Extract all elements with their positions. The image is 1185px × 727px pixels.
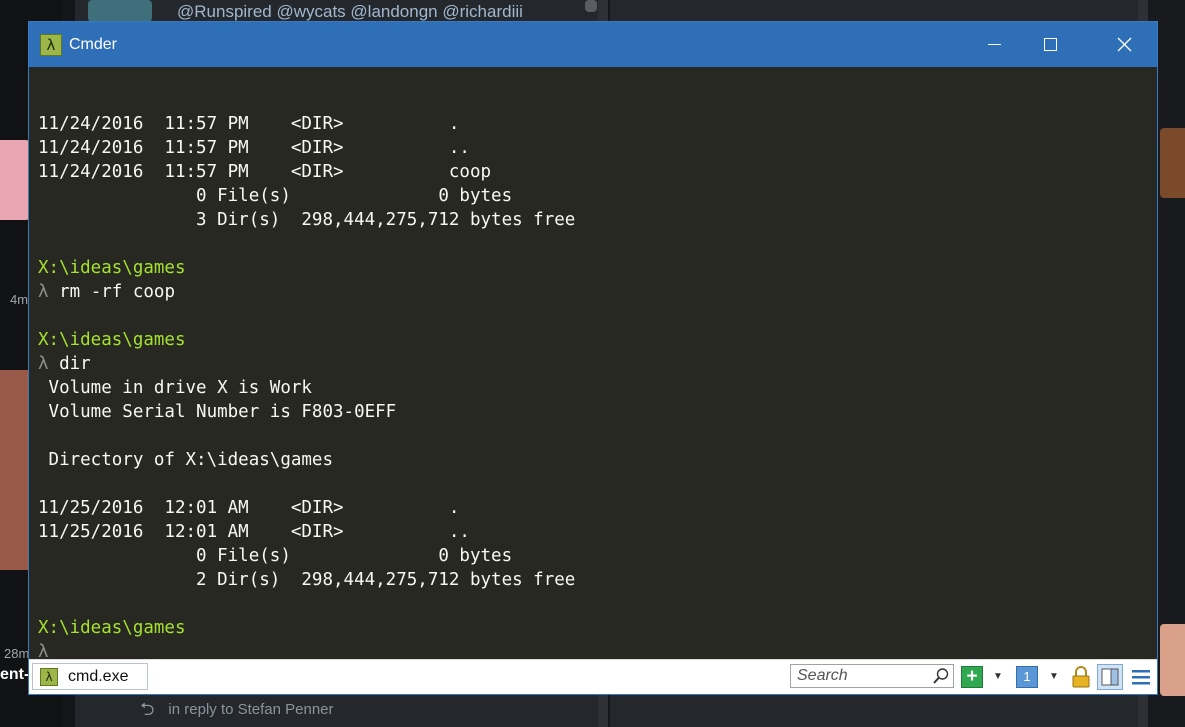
reply-arrow-icon: ⮌ bbox=[140, 699, 155, 719]
chevron-down-icon[interactable]: ▼ bbox=[991, 666, 1005, 688]
background-bold-text: ent- bbox=[0, 666, 30, 683]
maximize-icon bbox=[1043, 38, 1057, 51]
background-right-avatar bbox=[1160, 128, 1185, 198]
reply-context-label: in reply to Stefan Penner bbox=[168, 700, 334, 718]
console-line: Volume in drive X is Work bbox=[38, 378, 312, 398]
prompt-path-line: X:\ideas\games bbox=[38, 618, 186, 638]
background-avatar[interactable] bbox=[88, 0, 152, 22]
minimize-button[interactable] bbox=[964, 22, 1024, 67]
background-reply-context[interactable]: ⮌ in reply to Stefan Penner bbox=[140, 698, 334, 720]
background-timestamp: 28m bbox=[4, 646, 30, 661]
console-line: 2 Dir(s) 298,444,275,712 bytes free bbox=[38, 570, 576, 590]
background-right-avatar bbox=[1160, 624, 1185, 696]
console-line: 11/24/2016 11:57 PM <DIR> . bbox=[38, 114, 460, 134]
status-bar: λ cmd.exe + ▼ 1 ▼ bbox=[29, 659, 1157, 694]
search-box[interactable] bbox=[790, 664, 954, 688]
command-line: λ rm -rf coop bbox=[38, 282, 175, 302]
prompt-path-line: X:\ideas\games bbox=[38, 330, 186, 350]
console-line: Directory of X:\ideas\games bbox=[38, 450, 334, 470]
background-scroll-thumb[interactable] bbox=[585, 0, 597, 12]
background-left-photo bbox=[0, 370, 30, 570]
lambda-prompt-icon: λ bbox=[38, 282, 49, 302]
console-line: 11/24/2016 11:57 PM <DIR> coop bbox=[38, 162, 492, 182]
console-line: Volume Serial Number is F803-0EFF bbox=[38, 402, 397, 422]
console-line: 3 Dir(s) 298,444,275,712 bytes free bbox=[38, 210, 576, 230]
chevron-down-icon[interactable]: ▼ bbox=[1047, 666, 1061, 688]
cmder-window: λ Cmder 11/24/2016 11:57 PM <DIR> . 11/24… bbox=[29, 22, 1157, 694]
title-bar[interactable]: λ Cmder bbox=[29, 22, 1157, 67]
search-icon[interactable] bbox=[932, 667, 950, 685]
background-timestamp: 4m bbox=[10, 292, 29, 307]
split-view-icon[interactable] bbox=[1097, 664, 1123, 690]
console-line: 11/25/2016 12:01 AM <DIR> . bbox=[38, 498, 460, 518]
background-left-image bbox=[0, 140, 30, 220]
close-button[interactable] bbox=[1094, 22, 1154, 67]
tab-label: cmd.exe bbox=[68, 667, 129, 685]
lock-icon[interactable] bbox=[1071, 666, 1091, 688]
console-line: 11/24/2016 11:57 PM <DIR> .. bbox=[38, 138, 470, 158]
console-line: 0 File(s) 0 bytes bbox=[38, 186, 513, 206]
tab-list-button[interactable]: 1 bbox=[1016, 666, 1038, 688]
minimize-icon bbox=[987, 44, 1001, 45]
new-console-button[interactable]: + bbox=[961, 666, 983, 688]
menu-icon[interactable] bbox=[1130, 666, 1152, 688]
close-icon bbox=[1117, 37, 1131, 52]
background-tweet-text: @Runspired @wycats @landongn @richardiii bbox=[177, 2, 523, 21]
lambda-prompt-icon: λ bbox=[38, 642, 49, 659]
console-lines: 11/24/2016 11:57 PM <DIR> . 11/24/2016 11… bbox=[38, 88, 575, 659]
command-line: λ dir bbox=[38, 354, 91, 374]
window-title: Cmder bbox=[69, 36, 118, 53]
maximize-button[interactable] bbox=[1020, 22, 1080, 67]
command-line: λ bbox=[38, 640, 575, 659]
lambda-prompt-icon: λ bbox=[38, 354, 49, 374]
lambda-app-icon[interactable]: λ bbox=[40, 34, 62, 56]
lambda-tab-icon: λ bbox=[40, 667, 58, 686]
prompt-path-line: X:\ideas\games bbox=[38, 258, 186, 278]
console-line: 0 File(s) 0 bytes bbox=[38, 546, 513, 566]
search-input[interactable] bbox=[791, 665, 933, 687]
console-line: 11/25/2016 12:01 AM <DIR> .. bbox=[38, 522, 470, 542]
tab-cmd-exe[interactable]: λ cmd.exe bbox=[32, 663, 148, 690]
console-output[interactable]: 11/24/2016 11:57 PM <DIR> . 11/24/2016 11… bbox=[29, 67, 1157, 659]
